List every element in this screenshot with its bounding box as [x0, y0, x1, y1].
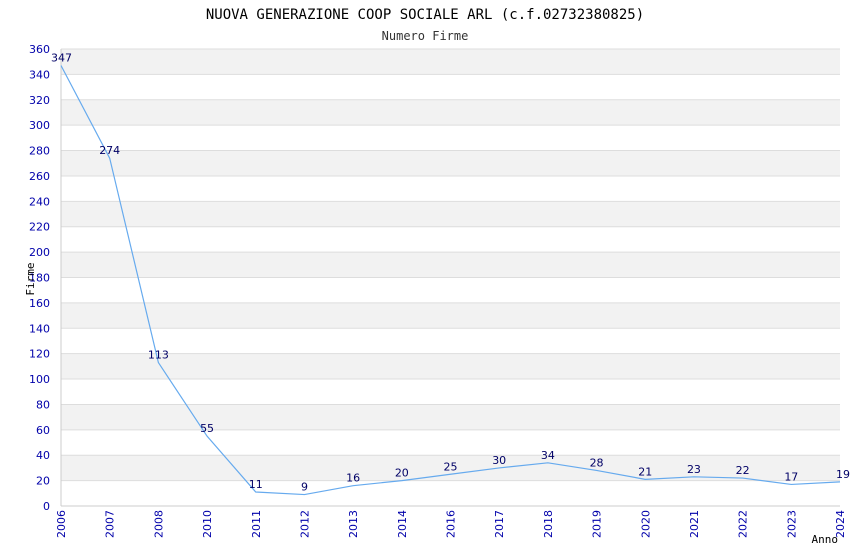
grid-band — [61, 201, 840, 227]
grid-band — [61, 226, 840, 253]
x-tick-label: 2008 — [152, 510, 165, 538]
data-label: 28 — [590, 456, 604, 469]
x-tick-label: 2013 — [347, 510, 360, 538]
y-tick-label: 300 — [29, 119, 50, 132]
grid-band — [61, 277, 840, 303]
data-label: 347 — [51, 52, 72, 65]
x-tick-label: 2011 — [250, 510, 263, 538]
y-tick-label: 120 — [29, 348, 50, 361]
x-tick-label: 2023 — [785, 510, 798, 538]
data-label: 34 — [541, 449, 555, 462]
x-tick-label: 2010 — [201, 510, 214, 538]
data-label: 30 — [492, 454, 506, 467]
grid-band — [61, 252, 840, 278]
x-tick-label: 2018 — [542, 510, 555, 538]
x-tick-label: 2012 — [298, 510, 311, 538]
y-tick-label: 240 — [29, 195, 50, 208]
grid-band — [61, 49, 840, 75]
data-label: 17 — [784, 470, 798, 483]
y-tick-label: 320 — [29, 94, 50, 107]
y-tick-label: 0 — [43, 500, 50, 513]
x-tick-label: 2017 — [493, 510, 506, 538]
x-axis-label: Anno — [812, 533, 839, 546]
grid-band — [61, 353, 840, 380]
x-axis-ticks: 2006 2007 2008 2010 2011 2012 2013 2014 2016 2017… — [55, 510, 847, 538]
y-tick-label: 280 — [29, 145, 50, 158]
data-label: 22 — [736, 464, 750, 477]
y-tick-label: 200 — [29, 246, 50, 259]
grid-band — [61, 150, 840, 176]
x-tick-label: 2007 — [104, 510, 117, 538]
grid-band — [61, 175, 840, 202]
y-tick-label: 340 — [29, 68, 50, 81]
grid-band — [61, 480, 840, 506]
data-label: 20 — [395, 467, 409, 480]
data-label: 55 — [200, 422, 214, 435]
x-tick-label: 2021 — [688, 510, 701, 538]
data-label: 11 — [249, 478, 263, 491]
grid-band — [61, 404, 840, 430]
y-tick-label: 360 — [29, 43, 50, 56]
x-tick-label: 2016 — [445, 510, 458, 538]
chart-title: NUOVA GENERAZIONE COOP SOCIALE ARL (c.f.… — [206, 7, 644, 23]
y-tick-label: 60 — [36, 424, 50, 437]
data-label: 113 — [148, 349, 169, 362]
y-tick-label: 140 — [29, 322, 50, 335]
y-tick-label: 100 — [29, 373, 50, 386]
data-label: 23 — [687, 463, 701, 476]
grid-band — [61, 74, 840, 100]
y-axis-label: Firme — [24, 262, 37, 295]
grid-band — [61, 99, 840, 126]
y-tick-label: 160 — [29, 297, 50, 310]
data-label: 21 — [638, 465, 652, 478]
grid-band — [61, 328, 840, 354]
x-tick-label: 2006 — [55, 510, 68, 538]
x-tick-label: 2014 — [396, 510, 409, 538]
x-tick-label: 2019 — [591, 510, 604, 538]
grid-band — [61, 302, 840, 329]
grid-band — [61, 125, 840, 151]
data-label: 25 — [444, 460, 458, 473]
y-tick-label: 80 — [36, 398, 50, 411]
chart-subtitle: Numero Firme — [382, 29, 469, 43]
x-tick-label: 2022 — [737, 510, 750, 538]
grid-band — [61, 429, 840, 456]
data-label: 274 — [99, 144, 120, 157]
y-tick-label: 220 — [29, 221, 50, 234]
chart-container: NUOVA GENERAZIONE COOP SOCIALE ARL (c.f.… — [0, 0, 850, 550]
x-tick-label: 2020 — [639, 510, 652, 538]
y-tick-label: 260 — [29, 170, 50, 183]
data-label: 19 — [836, 468, 850, 481]
data-label: 16 — [346, 472, 360, 485]
y-tick-label: 40 — [36, 449, 50, 462]
y-tick-label: 20 — [36, 475, 50, 488]
data-label: 9 — [301, 481, 308, 494]
line-chart: NUOVA GENERAZIONE COOP SOCIALE ARL (c.f.… — [24, 7, 850, 546]
